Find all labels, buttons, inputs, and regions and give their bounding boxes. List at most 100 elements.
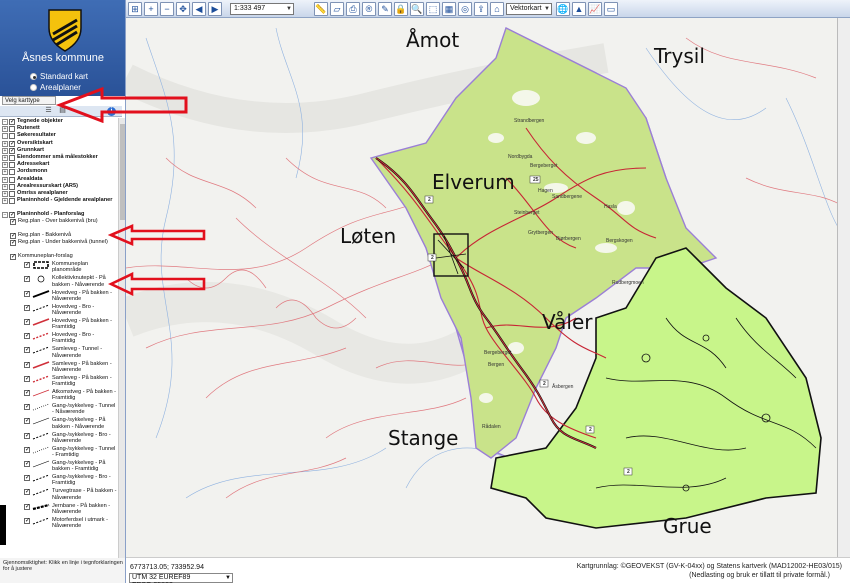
zoom-in-icon[interactable]: + [144,2,158,16]
legend-checkbox[interactable]: ✓ [24,304,30,311]
legend-checkbox[interactable]: ✓ [24,489,30,496]
expand-icon[interactable]: + [2,155,8,161]
layer-row[interactable]: ✓ Reg.plan - Bakkenivå [0,232,118,239]
address-icon[interactable]: ⌂ [490,2,504,16]
layer-checkbox[interactable]: ✓ [10,254,16,260]
property-icon[interactable]: ▦ [442,2,456,16]
map-type-select[interactable]: Velg karttype [2,96,56,105]
layer-checkbox[interactable] [9,133,15,140]
map-canvas[interactable]: 25 2 2 2 2 2 Åmot Trysil Elverum Løten Våler … [126,18,850,557]
legend-row[interactable]: ✓ Kollektivknutepkt - På bakken - Nåværen… [0,275,118,288]
gps-icon[interactable]: ◎ [458,2,472,16]
globe-icon[interactable]: 🌐 [556,2,570,16]
layer-checkbox[interactable]: ✓ [9,119,15,125]
reset-icon[interactable]: ® [362,2,376,16]
legend-checkbox[interactable]: ✓ [24,361,30,368]
legend-row[interactable]: ✓ Gang-/sykkelveg - Tunnel - Nåværende [0,403,118,416]
legend-row[interactable]: ✓ Samleveg - På bakken - Framtidig [0,375,118,388]
measure-distance-icon[interactable]: 📏 [314,2,328,16]
export-icon[interactable]: ⇪ [474,2,488,16]
zoom-out-icon[interactable]: − [160,2,174,16]
layers-icon[interactable]: ☰ [44,107,53,115]
legend-row[interactable]: ✓ Gang-/sykkelveg - På bakken - Nåværende [0,417,118,430]
layer-row[interactable]: + Adressekart [0,161,118,169]
expand-icon[interactable]: + [2,169,8,176]
select-icon[interactable]: ⬚ [426,2,440,16]
expand-icon[interactable]: + [2,126,8,133]
layer-checkbox[interactable]: ✓ [10,233,16,239]
layer-row[interactable]: ✓ Reg.plan - Over bakkenivå (bru) [0,218,118,226]
legend-row[interactable]: ✓ Atkomstveg - På bakken - Framtidig [0,389,118,402]
legend-row[interactable]: ✓ Hovedveg - På bakken - Framtidig [0,318,118,331]
layer-row[interactable]: + ✓ Oversiktskart [0,140,118,147]
layer-row[interactable]: + Planinnhold - Gjeldende arealplaner [0,197,118,205]
collapse-icon[interactable]: − [2,119,8,125]
legend-checkbox[interactable]: ✓ [24,276,30,283]
legend-row[interactable]: ✓ Motorferdsel i utmark - Nåværende [0,517,118,530]
legend-checkbox[interactable]: ✓ [24,432,30,439]
layer-row[interactable]: + Omriss arealplaner [0,190,118,197]
next-extent-icon[interactable]: ▶ [208,2,222,16]
terrain-icon[interactable]: ▲ [572,2,586,16]
layer-checkbox[interactable] [9,169,15,176]
legend-row[interactable]: ✓ Samleveg - Tunnel - Nåværende [0,346,118,359]
legend-checkbox[interactable]: ✓ [24,347,30,354]
expand-icon[interactable]: + [2,176,8,183]
legend-checkbox[interactable]: ✓ [24,461,30,467]
layer-row[interactable]: + Arealdata [0,176,118,183]
collapse-icon[interactable]: − [2,212,8,218]
legend-row[interactable]: ✓ Hovedveg - Bro - Framtidig [0,332,118,345]
legend-checkbox[interactable]: ✓ [24,390,30,396]
layer-row[interactable]: Søkeresultater [0,132,118,140]
legend-row[interactable]: ✓ Kommuneplan planområde [0,261,118,274]
layer-row[interactable]: + Rutenett [0,125,118,133]
legend-row[interactable]: ✓ Turvegtrase - På bakken - Nåværende [0,488,118,501]
legend-checkbox[interactable]: ✓ [24,418,30,425]
projection-select[interactable]: UTM 32 EUREF89 EPSG:25832 [129,573,233,583]
expand-icon[interactable]: + [2,162,8,169]
layer-checkbox[interactable]: ✓ [9,140,15,147]
sidebar-scrollbar[interactable] [118,118,125,558]
previous-extent-icon[interactable]: ◀ [192,2,206,16]
layer-row[interactable]: + Eiendommer små målestokker [0,154,118,161]
legend-row[interactable]: ✓ Gang-/sykkelveg - Bro - Framtidig [0,474,118,487]
pan-icon[interactable]: ✥ [176,2,190,16]
legend-checkbox[interactable]: ✓ [24,375,30,382]
layer-row[interactable]: + Jordsmonn [0,168,118,176]
legend-checkbox[interactable]: ✓ [24,446,30,453]
legend-checkbox[interactable]: ✓ [24,290,30,297]
legend-row[interactable]: ✓ Gang-/sykkelveg - På bakken - Framtidig [0,460,118,473]
layer-checkbox[interactable]: ✓ [9,147,15,154]
legend-checkbox[interactable]: ✓ [24,319,30,325]
layer-row[interactable]: + ✓ Grunnkart [0,147,118,154]
legend-row[interactable]: ✓ Gang-/sykkelveg - Tunnel - Framtidig [0,446,118,459]
layer-checkbox[interactable]: ✓ [9,212,15,218]
scale-select[interactable]: 1:333 497 [230,3,294,15]
radio-button-icon[interactable] [30,73,37,80]
legend-row[interactable]: ✓ Hovedveg - Bro - Nåværende [0,304,118,317]
layer-checkbox[interactable] [9,191,15,197]
expand-icon[interactable]: + [2,140,8,147]
blank-map-icon[interactable]: ▭ [604,2,618,16]
legend-checkbox[interactable]: ✓ [24,475,30,482]
legend-row[interactable]: ✓ Jernbane - På bakken - Nåværende [0,503,118,516]
expand-icon[interactable]: + [2,191,8,197]
legend-row[interactable]: ✓ Samleveg - På bakken - Nåværende [0,361,118,374]
expand-icon[interactable] [2,133,8,140]
layer-row[interactable]: + Arealressurskart (AR5) [0,183,118,190]
layer-checkbox[interactable] [9,155,15,161]
legend-row[interactable]: ✓ Gang-/sykkelveg - Bro - Nåværende [0,432,118,445]
print-icon[interactable]: ⎙ [346,2,360,16]
radio-button-icon[interactable] [30,84,37,91]
measure-area-icon[interactable]: ▱ [330,2,344,16]
radio-standard-map[interactable]: Standard kart [30,72,88,81]
layer-row[interactable]: − ✓ Planinnhold - Planforslag [0,211,118,218]
chart-icon[interactable]: 📈 [588,2,602,16]
expand-icon[interactable]: + [2,198,8,205]
basemap-select[interactable]: Vektorkart [506,3,552,15]
layer-checkbox[interactable] [9,198,15,205]
layer-row[interactable]: ✓ Kommuneplan-forslag [0,253,118,260]
layer-checkbox[interactable] [9,176,15,183]
layer-checkbox[interactable]: ✓ [10,240,16,247]
layer-checkbox[interactable]: ✓ [10,219,16,226]
